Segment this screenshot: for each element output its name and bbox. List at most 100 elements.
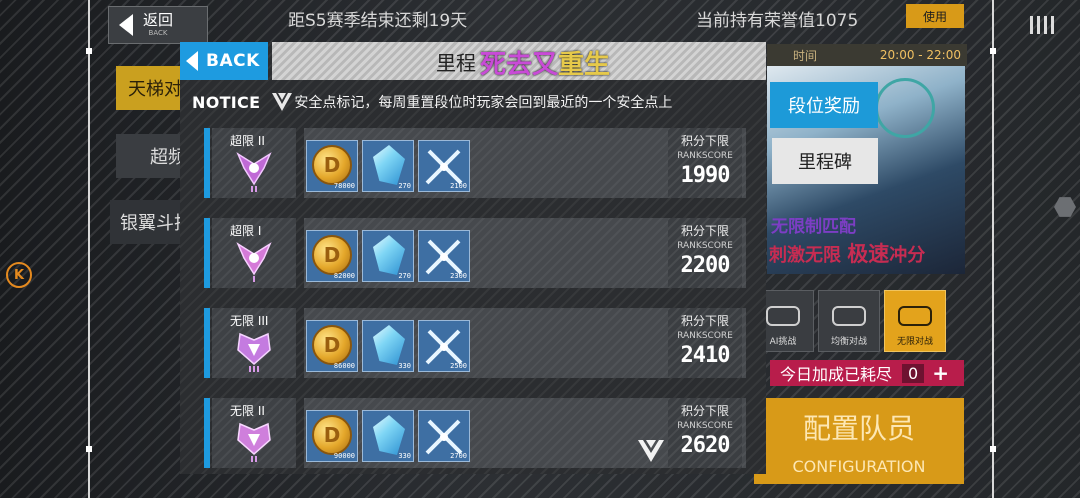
coin-icon: D bbox=[312, 145, 352, 185]
coin-reward[interactable]: D 86000 bbox=[306, 320, 358, 372]
tab-silverwing[interactable]: 银翼斗技 bbox=[110, 200, 186, 244]
tier-name: 超限 II bbox=[230, 134, 265, 148]
bonus-count: 0 bbox=[902, 363, 925, 383]
tier-name: 超限 I bbox=[230, 224, 262, 238]
reward-strip: D 90000 330 2700 积分下限 RANKSCORE 2620 bbox=[304, 398, 746, 468]
crystal-icon bbox=[373, 145, 405, 185]
frame-dot bbox=[86, 48, 92, 54]
coin-reward[interactable]: D 82000 bbox=[306, 230, 358, 282]
score-sublabel: RANKSCORE bbox=[677, 421, 733, 431]
banner-promo-line2: 刺激无限 极速冲分 bbox=[769, 242, 926, 266]
reward-strip: D 78000 270 2100 积分下限 RANKSCORE 1990 bbox=[304, 128, 746, 198]
coin-reward[interactable]: D 90000 bbox=[306, 410, 358, 462]
reward-count: 330 bbox=[398, 452, 411, 460]
score-value: 2620 bbox=[680, 433, 731, 458]
configuration-label: 配置队员 bbox=[802, 411, 915, 445]
score-value: 2410 bbox=[680, 343, 731, 368]
balance-mode-icon bbox=[832, 306, 866, 326]
rank-score-box: 积分下限 RANKSCORE 2410 bbox=[668, 308, 742, 378]
use-button[interactable]: 使用 bbox=[906, 4, 964, 28]
notice-row: NOTICE 安全点标记，每周重置段位时玩家会回到最近的一个安全点上 bbox=[192, 92, 672, 112]
swords-reward[interactable]: 2300 bbox=[418, 230, 470, 282]
tab-overclock[interactable]: 超频 bbox=[116, 134, 186, 178]
crystal-icon bbox=[373, 325, 405, 365]
mode-ai-label: AI挑战 bbox=[769, 337, 797, 347]
score-sublabel: RANKSCORE bbox=[677, 241, 733, 251]
reward-count: 90000 bbox=[333, 452, 355, 460]
configuration-button[interactable]: 配置队员 CONFIGURATION bbox=[754, 398, 964, 484]
crystal-icon bbox=[373, 415, 405, 455]
back-chevron-icon bbox=[186, 51, 198, 71]
milestone-button[interactable]: 里程碑 bbox=[772, 138, 878, 184]
coin-icon: D bbox=[312, 415, 352, 455]
daily-bonus-bar: 今日加成已耗尽 0 + bbox=[770, 360, 964, 386]
tier-row: 无限 II D 90000 330 2700 积分下限 RANKSCORE 26… bbox=[204, 398, 746, 468]
tier-badge-box: 超限 II bbox=[212, 128, 296, 198]
frame-line-right bbox=[992, 0, 994, 498]
mode-balance-label: 均衡对战 bbox=[830, 337, 867, 347]
swords-reward[interactable]: 2700 bbox=[418, 410, 470, 462]
time-value: 20:00 - 22:00 bbox=[879, 48, 961, 62]
reward-count: 270 bbox=[398, 272, 411, 280]
score-label: 积分下限 bbox=[680, 314, 729, 328]
coin-icon: D bbox=[312, 325, 352, 365]
rank-score-box: 积分下限 RANKSCORE 2200 bbox=[668, 218, 742, 288]
reward-count: 86000 bbox=[333, 362, 355, 370]
tier-badge-box: 无限 II bbox=[212, 398, 296, 468]
reward-count: 78000 bbox=[333, 182, 355, 190]
reward-strip: D 82000 270 2300 积分下限 RANKSCORE 2200 bbox=[304, 218, 746, 288]
frame-dot bbox=[86, 446, 92, 452]
reward-count: 270 bbox=[398, 182, 411, 190]
crystal-reward[interactable]: 330 bbox=[362, 410, 414, 462]
reward-count: 2700 bbox=[450, 452, 467, 460]
tier-accent-bar bbox=[204, 308, 210, 378]
rank-emblem-icon bbox=[237, 332, 271, 372]
crystal-reward[interactable]: 270 bbox=[362, 230, 414, 282]
milestone-modal: BACK 里程 死去又重生 NOTICE 安全点标记，每周重置段位时玩家会回到最… bbox=[180, 42, 766, 474]
tier-name: 无限 II bbox=[230, 404, 265, 418]
modal-header: BACK 里程 bbox=[180, 42, 766, 80]
tier-accent-bar bbox=[204, 128, 210, 198]
mode-infinite-button[interactable]: 无限对战 bbox=[884, 290, 946, 352]
time-label: 时间 bbox=[793, 48, 818, 63]
overlay-caption: 死去又重生 bbox=[480, 50, 611, 80]
score-label: 积分下限 bbox=[680, 224, 729, 238]
rank-score-box: 积分下限 RANKSCORE 1990 bbox=[668, 128, 742, 198]
coin-icon: D bbox=[312, 235, 352, 275]
back-button[interactable]: 返回 BACK bbox=[108, 6, 208, 44]
rank-reward-button[interactable]: 段位奖励 bbox=[770, 82, 878, 128]
banner-ring-decoration bbox=[875, 78, 935, 138]
safe-point-icon bbox=[272, 93, 293, 111]
crystal-icon bbox=[373, 235, 405, 275]
modal-back-button[interactable]: BACK bbox=[180, 42, 268, 80]
tab-ladder[interactable]: 天梯对 bbox=[116, 66, 186, 110]
infinite-mode-icon bbox=[898, 306, 932, 326]
modal-title: 里程 bbox=[436, 51, 476, 75]
tier-accent-bar bbox=[204, 398, 210, 468]
score-label: 积分下限 bbox=[680, 134, 729, 148]
rank-emblem-icon bbox=[236, 242, 272, 282]
tier-name: 无限 III bbox=[230, 314, 269, 328]
notice-text: 安全点标记，每周重置段位时玩家会回到最近的一个安全点上 bbox=[294, 95, 673, 111]
score-value: 2200 bbox=[680, 253, 731, 278]
tier-accent-bar bbox=[204, 218, 210, 288]
k-badge-icon[interactable]: K bbox=[6, 262, 32, 288]
honor-value: 当前持有荣誉值1075 bbox=[696, 11, 859, 31]
event-time-strip: 时间 20:00 - 22:00 bbox=[767, 44, 967, 66]
reward-count: 82000 bbox=[333, 272, 355, 280]
crystal-reward[interactable]: 270 bbox=[362, 140, 414, 192]
crystal-reward[interactable]: 330 bbox=[362, 320, 414, 372]
mode-balance-button[interactable]: 均衡对战 bbox=[818, 290, 880, 352]
menu-icon[interactable] bbox=[1030, 16, 1054, 34]
back-button-label: 返回 bbox=[143, 11, 174, 29]
swords-reward[interactable]: 2500 bbox=[418, 320, 470, 372]
reward-count: 2500 bbox=[450, 362, 467, 370]
swords-reward[interactable]: 2100 bbox=[418, 140, 470, 192]
tier-badge-box: 无限 III bbox=[212, 308, 296, 378]
reward-count: 2300 bbox=[450, 272, 467, 280]
score-sublabel: RANKSCORE bbox=[677, 151, 733, 161]
reward-count: 330 bbox=[398, 362, 411, 370]
season-countdown: 距S5赛季结束还剩19天 bbox=[288, 11, 468, 31]
bonus-add-button[interactable]: + bbox=[932, 361, 949, 385]
coin-reward[interactable]: D 78000 bbox=[306, 140, 358, 192]
